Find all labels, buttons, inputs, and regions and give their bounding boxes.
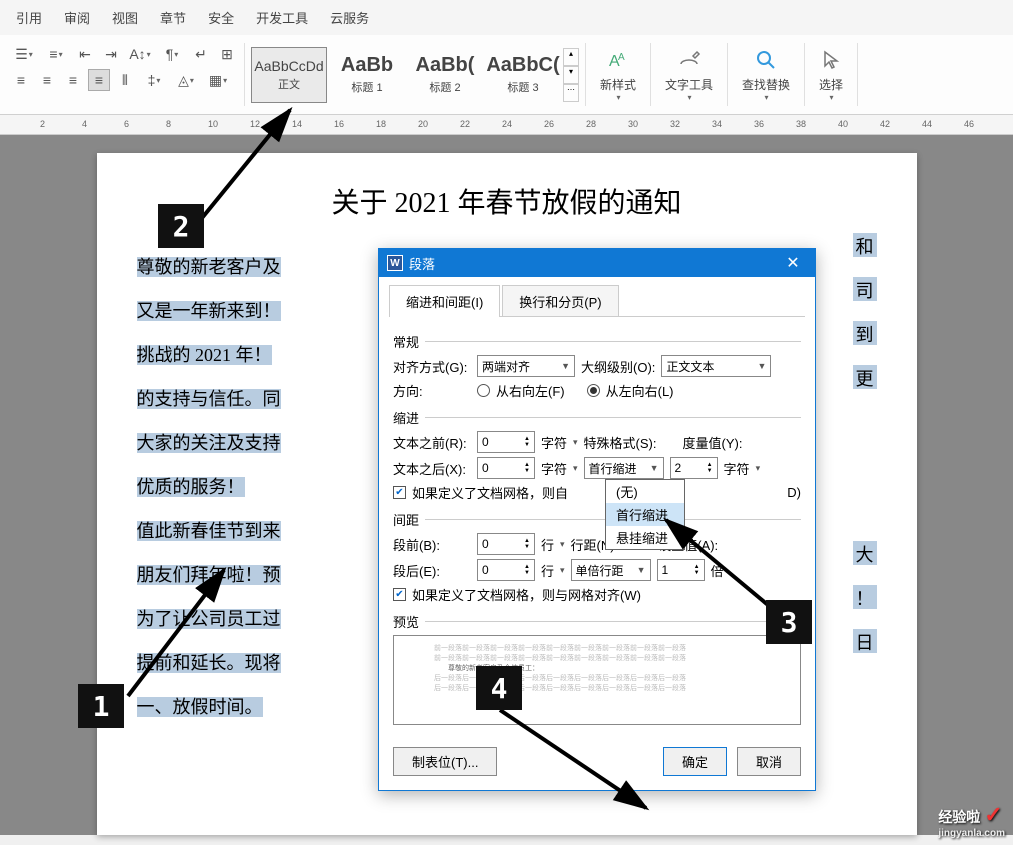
callout-4: 4 (476, 666, 522, 710)
style-scroll[interactable]: ▴ ▾ ⋯ (563, 48, 579, 102)
menubar: 引用 审阅 视图 章节 安全 开发工具 云服务 (0, 0, 1013, 35)
tab-line-break[interactable]: 换行和分页(P) (502, 285, 618, 317)
text-tool-button[interactable]: 文字工具▾ (651, 43, 728, 106)
direction-label: 方向: (393, 381, 471, 400)
ltr-label: 从左向右(L) (606, 381, 674, 400)
cancel-button[interactable]: 取消 (737, 747, 801, 776)
section-preview: 预览 (393, 612, 419, 631)
before-text-input[interactable]: 0▲▼ (477, 431, 535, 453)
tabstops-button[interactable]: 制表位(T)... (393, 747, 497, 776)
callout-2: 2 (158, 204, 204, 248)
menu-cloud[interactable]: 云服务 (330, 8, 369, 27)
find-replace-button[interactable]: 查找替换▾ (728, 43, 805, 106)
arrow-2 (200, 100, 320, 240)
align-left-icon[interactable]: ≡ (10, 69, 32, 91)
menu-chapter[interactable]: 章节 (160, 8, 186, 27)
dialog-title: 段落 (409, 254, 435, 273)
paragraph-group: ☰▾ ≡▾ ⇤ ⇥ A↕▾ ¶▾ ↵ ⊞ ≡ ≡ ≡ ≡ ⫴ ‡▾ ◬▾ ▦▾ (4, 43, 245, 106)
bullets-icon[interactable]: ☰▾ (10, 43, 38, 65)
style-up-icon[interactable]: ▴ (563, 48, 579, 66)
callout-3: 3 (766, 600, 812, 644)
menu-view[interactable]: 视图 (112, 8, 138, 27)
watermark: 经验啦 ✓ jingyanla.com (938, 802, 1005, 839)
ltr-icon[interactable]: ↵ (190, 43, 212, 65)
align-combo[interactable]: 两端对齐▼ (477, 355, 575, 377)
ltr-radio[interactable] (587, 384, 600, 397)
special-format-combo[interactable]: 首行缩进▼ (584, 457, 664, 479)
special-label: 特殊格式(S): (584, 433, 657, 452)
dialog-titlebar[interactable]: W 段落 ✕ (379, 249, 815, 277)
style-normal[interactable]: AaBbCcDd 正文 (251, 47, 327, 103)
auto-adjust-checkbox[interactable]: ✔ (393, 486, 406, 499)
section-general: 常规 (393, 332, 419, 351)
select-button[interactable]: 选择▾ (805, 43, 858, 106)
borders-icon[interactable]: ▦▾ (204, 69, 232, 91)
numbering-icon[interactable]: ≡▾ (42, 43, 70, 65)
style-heading3[interactable]: AaBbC( 标题 3 (485, 47, 561, 103)
align-justify-icon[interactable]: ≡ (88, 69, 110, 91)
measure-input[interactable]: 2▲▼ (670, 457, 718, 479)
rtl-label: 从右向左(F) (496, 381, 565, 400)
arrow-4 (498, 708, 678, 828)
snap-grid-label: 如果定义了文档网格，则与网格对齐(W) (412, 585, 641, 604)
outdent-icon[interactable]: ⇤ (74, 43, 96, 65)
new-style-button[interactable]: AA 新样式▾ (586, 43, 651, 106)
style-more-icon[interactable]: ⋯ (563, 84, 579, 102)
section-indent: 缩进 (393, 408, 419, 427)
before-para-input[interactable]: 0▲▼ (477, 533, 535, 555)
style-heading1[interactable]: AaBb 标题 1 (329, 47, 405, 103)
styles-gallery: AaBbCcDd 正文 AaBb 标题 1 AaBb( 标题 2 AaBbC( … (245, 43, 586, 106)
menu-quote[interactable]: 引用 (16, 8, 42, 27)
tab-indent-spacing[interactable]: 缩进和间距(I) (389, 285, 500, 317)
after-text-label: 文本之后(X): (393, 459, 471, 478)
menu-security[interactable]: 安全 (208, 8, 234, 27)
callout-1: 1 (78, 684, 124, 728)
option-none[interactable]: (无) (606, 480, 684, 503)
measure-label: 度量值(Y): (683, 433, 743, 452)
indent-icon[interactable]: ⇥ (100, 43, 122, 65)
app-logo-icon: W (387, 255, 403, 271)
after-para-input[interactable]: 0▲▼ (477, 559, 535, 581)
outline-combo[interactable]: 正文文本▼ (661, 355, 771, 377)
before-para-label: 段前(B): (393, 535, 471, 554)
distribute-icon[interactable]: ⫴ (114, 69, 136, 91)
section-spacing: 间距 (393, 510, 419, 529)
sort-icon[interactable]: A↕▾ (126, 43, 154, 65)
before-text-label: 文本之前(R): (393, 433, 471, 452)
align-label: 对齐方式(G): (393, 357, 471, 376)
outline-label: 大纲级别(O): (581, 357, 655, 376)
style-heading2[interactable]: AaBb( 标题 2 (407, 47, 483, 103)
line-spacing-combo[interactable]: 单倍行距▼ (571, 559, 651, 581)
menu-review[interactable]: 审阅 (64, 8, 90, 27)
align-right-icon[interactable]: ≡ (62, 69, 84, 91)
ruler[interactable]: 2468101214161820222426283032343638404244… (0, 115, 1013, 135)
menu-devtools[interactable]: 开发工具 (256, 8, 308, 27)
style-down-icon[interactable]: ▾ (563, 66, 579, 84)
ribbon: ☰▾ ≡▾ ⇤ ⇥ A↕▾ ¶▾ ↵ ⊞ ≡ ≡ ≡ ≡ ⫴ ‡▾ ◬▾ ▦▾ … (0, 35, 1013, 115)
line-spacing-icon[interactable]: ‡▾ (140, 69, 168, 91)
align-center-icon[interactable]: ≡ (36, 69, 58, 91)
right-tools: AA 新样式▾ 文字工具▾ 查找替换▾ 选择▾ (586, 43, 858, 106)
grid-icon[interactable]: ⊞ (216, 43, 238, 65)
rtl-radio[interactable] (477, 384, 490, 397)
auto-adjust-label: 如果定义了文档网格，则自 (412, 483, 568, 502)
marks-icon[interactable]: ¶▾ (158, 43, 186, 65)
dialog-tabs: 缩进和间距(I) 换行和分页(P) (379, 277, 815, 317)
after-para-label: 段后(E): (393, 561, 471, 580)
arrow-1 (124, 550, 244, 700)
snap-grid-checkbox[interactable]: ✔ (393, 588, 406, 601)
after-text-input[interactable]: 0▲▼ (477, 457, 535, 479)
svg-text:A: A (618, 52, 625, 63)
shading-icon[interactable]: ◬▾ (172, 69, 200, 91)
close-icon[interactable]: ✕ (779, 253, 807, 273)
